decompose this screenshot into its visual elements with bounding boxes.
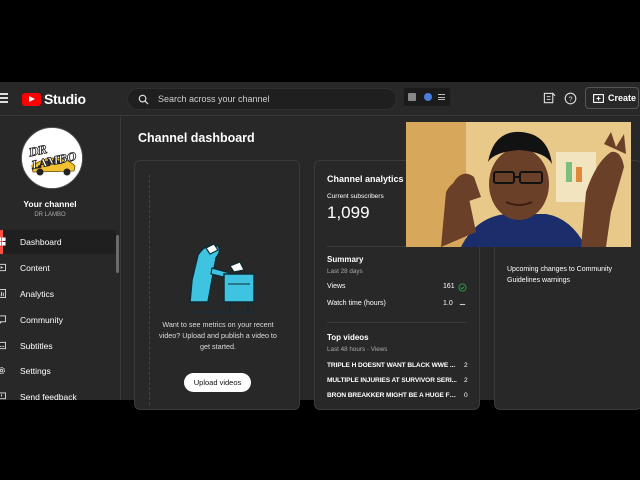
sidebar-item-community[interactable]: Community — [0, 308, 116, 332]
sidebar-item-subtitles[interactable]: Subtitles — [0, 334, 116, 358]
community-icon — [0, 315, 6, 324]
summary-row-value: 161 — [443, 283, 455, 290]
studio-logo[interactable]: Studio — [22, 91, 86, 107]
sidebar-item-label: Community — [20, 315, 63, 325]
summary-row-label: Watch time (hours) — [327, 300, 386, 307]
search-bar[interactable] — [127, 88, 397, 110]
sidebar-item-analytics[interactable]: Analytics — [0, 282, 116, 306]
sidebar-item-label: Send feedback — [20, 392, 77, 400]
svg-text:?: ? — [568, 94, 572, 103]
current-subscribers-value: 1,099 — [327, 203, 370, 222]
channel-name: DR LAMBO — [34, 212, 66, 218]
news-item[interactable]: Upcoming changes to Community Guidelines… — [507, 264, 632, 286]
extension-menu-icon[interactable] — [438, 94, 445, 100]
top-video-row[interactable]: MULTIPLE INJURIES AT SURVIVOR SERI... 2 — [327, 377, 469, 386]
summary-title: Summary — [327, 255, 364, 264]
summary-row-views: Views 161 — [327, 283, 469, 292]
top-video-views: 2 — [464, 377, 468, 384]
help-icon[interactable]: ? — [564, 92, 577, 105]
analytics-divider — [327, 322, 467, 323]
top-bar: Studio ? Create — [0, 82, 640, 116]
sidebar-item-send-feedback[interactable]: Send feedback — [0, 385, 116, 400]
create-button[interactable]: Create — [585, 87, 639, 109]
summary-row-watch-time: Watch time (hours) 1.0 — [327, 300, 469, 307]
upload-prompt-text: Want to see metrics on your recent video… — [159, 320, 277, 351]
top-video-title[interactable]: MULTIPLE INJURIES AT SURVIVOR SERI... — [327, 377, 458, 384]
subtitles-icon — [0, 341, 6, 350]
top-video-views: 2 — [464, 362, 468, 369]
top-videos-title: Top videos — [327, 333, 369, 342]
search-icon — [138, 94, 149, 105]
channel-analytics-title: Channel analytics — [327, 174, 404, 184]
hamburger-menu-icon[interactable] — [0, 93, 8, 103]
top-video-views: 0 — [464, 392, 468, 399]
page-title: Channel dashboard — [138, 131, 255, 145]
extension-b-icon[interactable] — [424, 93, 432, 101]
webcam-overlay — [406, 122, 631, 247]
sidebar-item-dashboard[interactable]: Dashboard — [0, 230, 116, 254]
channel-avatar[interactable]: DR LAMBO — [21, 127, 83, 189]
upload-videos-button[interactable]: Upload videos — [184, 373, 251, 392]
upload-illustration — [186, 243, 256, 313]
summary-row-value: 1.0 — [443, 300, 453, 307]
sidebar-item-label: Analytics — [20, 289, 55, 299]
upload-card-divider — [149, 175, 150, 405]
create-video-icon — [593, 93, 604, 103]
webcam-feed-image — [406, 122, 631, 247]
extension-toolbar[interactable] — [404, 88, 450, 106]
search-input[interactable] — [158, 89, 388, 109]
dashboard-icon — [0, 237, 6, 246]
analytics-icon — [0, 289, 6, 298]
youtube-logo-icon — [22, 92, 41, 106]
gear-icon — [0, 366, 6, 375]
extension-a-icon[interactable] — [408, 93, 416, 101]
feedback-report-icon[interactable] — [543, 92, 556, 105]
current-subscribers-label: Current subscribers — [327, 193, 384, 200]
sidebar-item-label: Subtitles — [20, 341, 53, 351]
sidebar-item-label: Settings — [20, 366, 51, 376]
create-button-label: Create — [608, 93, 637, 103]
sidebar: DR LAMBO Your channel DR LAMBO Dashboard… — [0, 117, 121, 400]
top-video-row[interactable]: BRON BREAKKER MIGHT BE A HUGE FO... 0 — [327, 392, 469, 401]
sidebar-item-label: Content — [20, 263, 50, 273]
check-circle-icon — [458, 283, 467, 292]
logo-text: Studio — [44, 91, 86, 107]
feedback-icon — [0, 392, 6, 400]
top-videos-period: Last 48 hours · Views — [327, 346, 388, 353]
top-video-title[interactable]: BRON BREAKKER MIGHT BE A HUGE FO... — [327, 392, 458, 399]
sidebar-item-settings[interactable]: Settings — [0, 359, 116, 383]
your-channel-label: Your channel — [23, 199, 77, 209]
summary-period: Last 28 days — [327, 268, 363, 275]
sidebar-item-content[interactable]: Content — [0, 256, 116, 280]
summary-row-label: Views — [327, 283, 346, 290]
sidebar-item-label: Dashboard — [20, 237, 62, 247]
top-video-title[interactable]: TRIPLE H DOESNT WANT BLACK WWE ... — [327, 362, 458, 369]
content-icon — [0, 263, 6, 272]
dash-icon — [459, 303, 466, 306]
top-video-row[interactable]: TRIPLE H DOESNT WANT BLACK WWE ... 2 — [327, 362, 469, 371]
sidebar-scrollbar[interactable] — [116, 235, 119, 273]
